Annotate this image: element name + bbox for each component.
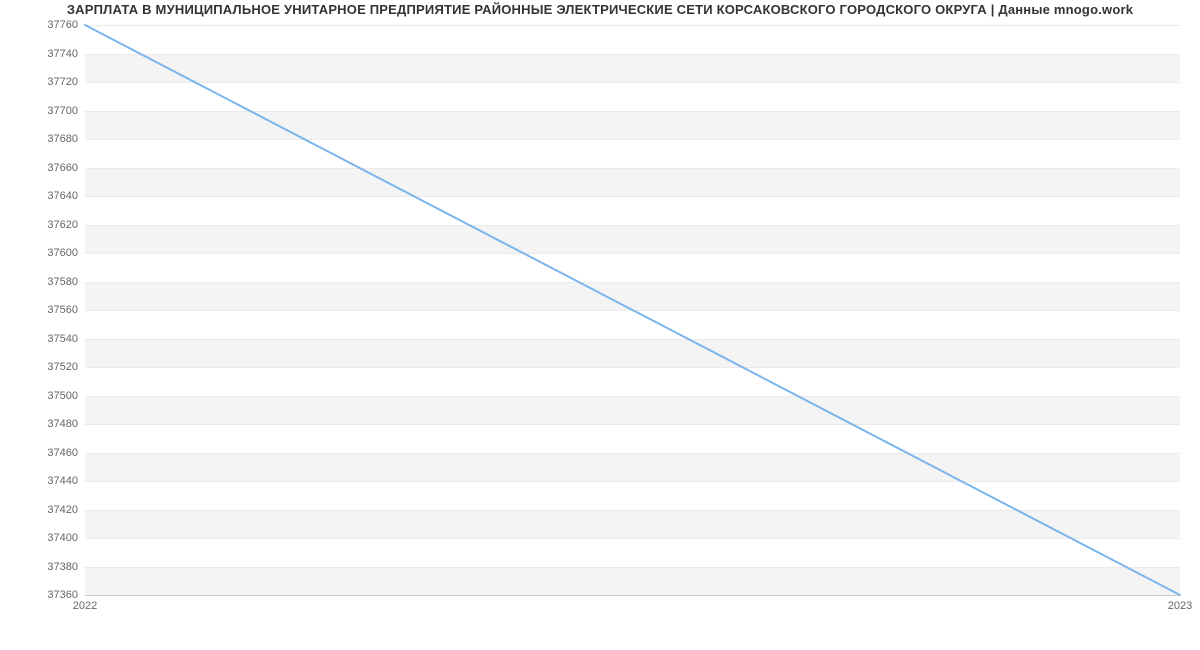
line-series-svg — [85, 25, 1180, 595]
y-tick-label: 37600 — [8, 247, 78, 259]
y-tick-label: 37480 — [8, 418, 78, 430]
y-tick-label: 37440 — [8, 475, 78, 487]
y-tick-label: 37680 — [8, 133, 78, 145]
y-tick-label: 37720 — [8, 76, 78, 88]
y-tick-label: 37700 — [8, 105, 78, 117]
y-tick-label: 37520 — [8, 361, 78, 373]
y-tick-label: 37740 — [8, 48, 78, 60]
y-tick-label: 37420 — [8, 504, 78, 516]
chart-title: ЗАРПЛАТА В МУНИЦИПАЛЬНОЕ УНИТАРНОЕ ПРЕДП… — [0, 2, 1200, 17]
y-tick-label: 37360 — [8, 589, 78, 601]
y-tick-label: 37540 — [8, 333, 78, 345]
chart-root: ЗАРПЛАТА В МУНИЦИПАЛЬНОЕ УНИТАРНОЕ ПРЕДП… — [0, 0, 1200, 650]
x-axis-line — [85, 595, 1180, 596]
y-tick-label: 37660 — [8, 162, 78, 174]
y-tick-label: 37640 — [8, 190, 78, 202]
y-tick-label: 37400 — [8, 532, 78, 544]
x-tick-label: 2022 — [73, 600, 97, 612]
y-tick-label: 37560 — [8, 304, 78, 316]
y-tick-label: 37580 — [8, 276, 78, 288]
y-tick-label: 37500 — [8, 390, 78, 402]
y-tick-label: 37460 — [8, 447, 78, 459]
y-tick-label: 37620 — [8, 219, 78, 231]
y-tick-label: 37760 — [8, 19, 78, 31]
x-tick-label: 2023 — [1168, 600, 1192, 612]
series-line — [85, 25, 1180, 595]
plot-area — [85, 25, 1180, 595]
y-tick-label: 37380 — [8, 561, 78, 573]
